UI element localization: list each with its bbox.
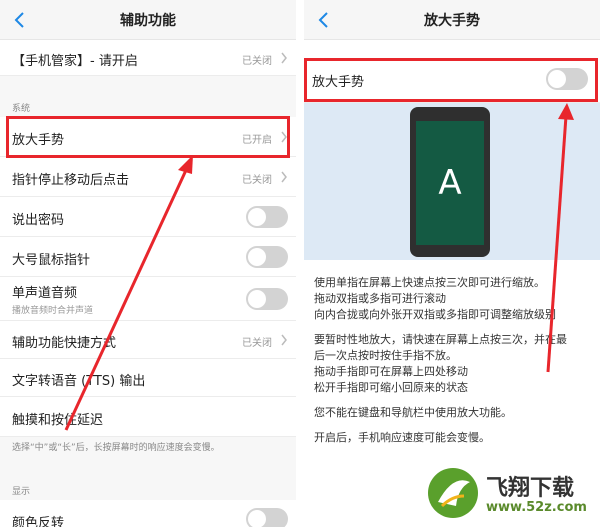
touch-delay-label: 触摸和按住延迟 (12, 413, 104, 428)
watermark: 飞翔下载 www.52z.com (426, 466, 596, 522)
speak-password-label: 说出密码 (12, 213, 65, 228)
large-pointer-row: 大号鼠标指针 (0, 237, 296, 277)
chevron-right-icon (281, 334, 287, 346)
large-pointer-toggle[interactable] (246, 246, 288, 268)
shortcut-status: 已关闭 (242, 338, 272, 349)
panel-divider (296, 0, 304, 527)
mono-audio-sub: 播放音频时合并声道 (12, 306, 94, 316)
page-title: 放大手势 (424, 13, 480, 29)
color-invert-label: 颜色反转 (12, 516, 65, 527)
shortcut-row[interactable]: 辅助功能快捷方式 已关闭 (0, 321, 296, 359)
left-panel-accessibility: 辅助功能 【手机管家】- 请开启 已关闭 系统 放大手势 已开启 指针停止移动后… (0, 0, 296, 527)
speak-password-row: 说出密码 (0, 197, 296, 237)
desc-line: 拖动双指或多指可进行滚动 (314, 292, 446, 305)
pointer-click-label: 指针停止移动后点击 (12, 173, 130, 188)
pointer-click-status: 已关闭 (242, 175, 272, 186)
watermark-url: www.52z.com (486, 500, 587, 515)
shortcut-label: 辅助功能快捷方式 (12, 336, 117, 351)
phone-manager-row[interactable]: 【手机管家】- 请开启 已关闭 (0, 40, 296, 76)
page-title: 辅助功能 (120, 13, 176, 29)
highlight-box (304, 58, 598, 102)
tts-label: 文字转语音 (TTS) 输出 (12, 374, 146, 389)
mono-audio-row: 单声道音频 播放音频时合并声道 (0, 277, 296, 321)
desc-line: 开启后，手机响应速度可能会变慢。 (314, 431, 490, 444)
desc-line: 使用单指在屏幕上快速点按三次即可进行缩放。 (314, 276, 545, 289)
touch-delay-note: 选择“中”或“长”后，长按屏幕时的响应速度会变慢。 (12, 443, 220, 453)
tts-row[interactable]: 文字转语音 (TTS) 输出 (0, 359, 296, 397)
desc-line: 向内合拢或向外张开双指或多指即可调整缩放级别 (314, 308, 556, 321)
section-display: 显示 (12, 487, 31, 497)
section-system: 系统 (12, 104, 31, 114)
phone-screen: A (416, 121, 484, 245)
color-invert-row: 颜色反转 (0, 500, 296, 527)
touch-delay-row[interactable]: 触摸和按住延迟 (0, 397, 296, 437)
highlight-box (6, 116, 290, 158)
phone-illustration: A (410, 107, 490, 257)
desc-line: 您不能在键盘和导航栏中使用放大功能。 (314, 406, 512, 419)
phone-manager-status: 已关闭 (242, 56, 272, 67)
top-bar: 放大手势 (304, 0, 600, 40)
large-pointer-label: 大号鼠标指针 (12, 253, 91, 268)
watermark-name: 飞翔下载 (486, 476, 575, 501)
illustration-panel: A (304, 103, 600, 260)
desc-line: 松开手指即可缩小回原来的状态 (314, 381, 468, 394)
chevron-right-icon (281, 171, 287, 183)
desc-line: 拖动手指即可在屏幕上四处移动 (314, 365, 468, 378)
right-panel-magnify-gesture: 放大手势 放大手势 A 使用单指在屏幕上快速点按三次即可进行缩放。 拖动双指或多… (304, 0, 600, 527)
mono-audio-label: 单声道音频 (12, 286, 78, 301)
chevron-right-icon (281, 52, 287, 64)
pointer-click-row[interactable]: 指针停止移动后点击 已关闭 (0, 157, 296, 197)
watermark-logo-icon (428, 468, 478, 518)
desc-line: 要暂时性地放大，请快速在屏幕上点按三次，并在最 (314, 333, 567, 346)
phone-manager-label: 【手机管家】- 请开启 (12, 54, 138, 69)
color-invert-toggle[interactable] (246, 508, 288, 527)
mono-audio-toggle[interactable] (246, 288, 288, 310)
speak-password-toggle[interactable] (246, 206, 288, 228)
desc-line: 后一次点按时按住手指不放。 (314, 349, 457, 362)
top-bar: 辅助功能 (0, 0, 296, 40)
